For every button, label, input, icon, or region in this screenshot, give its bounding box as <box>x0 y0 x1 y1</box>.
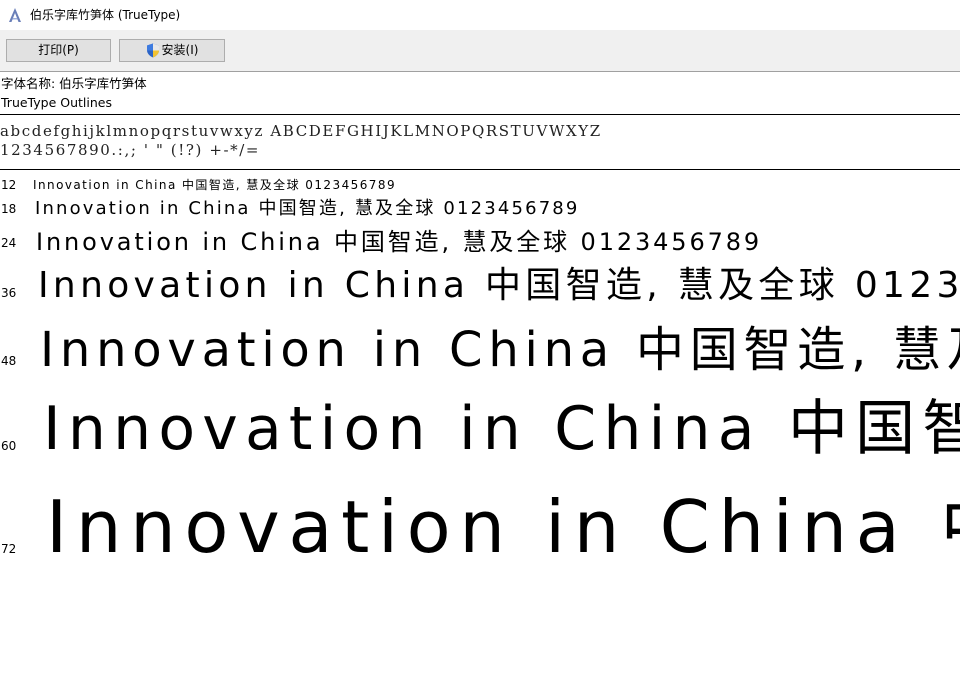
size-label: 36 <box>1 286 17 300</box>
sample-text: Innovation in China 中国智造, 慧及全球 012345678… <box>35 198 580 219</box>
sample-text: Innovation in China 中国智造, 慧及全球 012345678… <box>33 178 397 192</box>
title-bar: 伯乐字库竹笋体 (TrueType) <box>0 0 960 30</box>
sample-row-72: 72 Innovation in China 中国智造, 慧及全球 012345… <box>0 468 960 568</box>
size-label: 60 <box>1 439 17 453</box>
outline-type-line: TrueType Outlines <box>1 95 112 110</box>
sample-text: Innovation in China 中国智造, 慧及全球 012345678… <box>46 485 960 568</box>
sample-text: Innovation in China 中国智造, 慧及全球 012345678… <box>36 228 763 256</box>
sample-row-48: 48 Innovation in China 中国智造, 慧及全球 012345… <box>0 310 960 376</box>
font-info: 字体名称: 伯乐字库竹笋体 TrueType Outlines <box>0 74 960 112</box>
toolbar: 打印(P) 安装(I) <box>0 30 960 72</box>
character-set: abcdefghijklmnopqrstuvwxyz ABCDEFGHIJKLM… <box>0 122 960 160</box>
size-label: 24 <box>1 236 17 250</box>
size-label: 18 <box>1 202 17 216</box>
print-button-label: 打印(P) <box>38 43 79 57</box>
sample-text: Innovation in China 中国智造, 慧及全球 012345678… <box>43 394 960 464</box>
size-label: 48 <box>1 354 17 368</box>
sample-row-36: 36 Innovation in China 中国智造, 慧及全球 012345… <box>0 256 960 308</box>
sample-text: Innovation in China 中国智造, 慧及全球 012345678… <box>38 265 960 306</box>
font-name-line: 字体名称: 伯乐字库竹笋体 <box>1 76 147 91</box>
sample-row-18: 18 Innovation in China 中国智造, 慧及全球 012345… <box>0 194 960 222</box>
install-button[interactable]: 安装(I) <box>119 39 225 62</box>
charset-symbols: 1234567890.:,; ' " (!?) +-*/= <box>0 141 261 159</box>
size-label: 12 <box>1 178 17 192</box>
size-label: 72 <box>1 542 17 556</box>
charset-letters: abcdefghijklmnopqrstuvwxyz ABCDEFGHIJKLM… <box>0 122 602 140</box>
print-button[interactable]: 打印(P) <box>6 39 111 62</box>
font-a-icon <box>9 8 21 22</box>
shield-icon <box>146 43 159 58</box>
sample-text: Innovation in China 中国智造, 慧及全球 012345678… <box>40 322 960 376</box>
size-samples: 12 Innovation in China 中国智造, 慧及全球 012345… <box>0 170 960 700</box>
sample-row-24: 24 Innovation in China 中国智造, 慧及全球 012345… <box>0 222 960 258</box>
install-button-label: 安装(I) <box>161 43 199 57</box>
window-title: 伯乐字库竹笋体 (TrueType) <box>30 8 181 22</box>
sample-row-12: 12 Innovation in China 中国智造, 慧及全球 012345… <box>0 174 960 194</box>
divider <box>0 114 960 115</box>
sample-row-60: 60 Innovation in China 中国智造, 慧及全球 012345… <box>0 378 960 464</box>
